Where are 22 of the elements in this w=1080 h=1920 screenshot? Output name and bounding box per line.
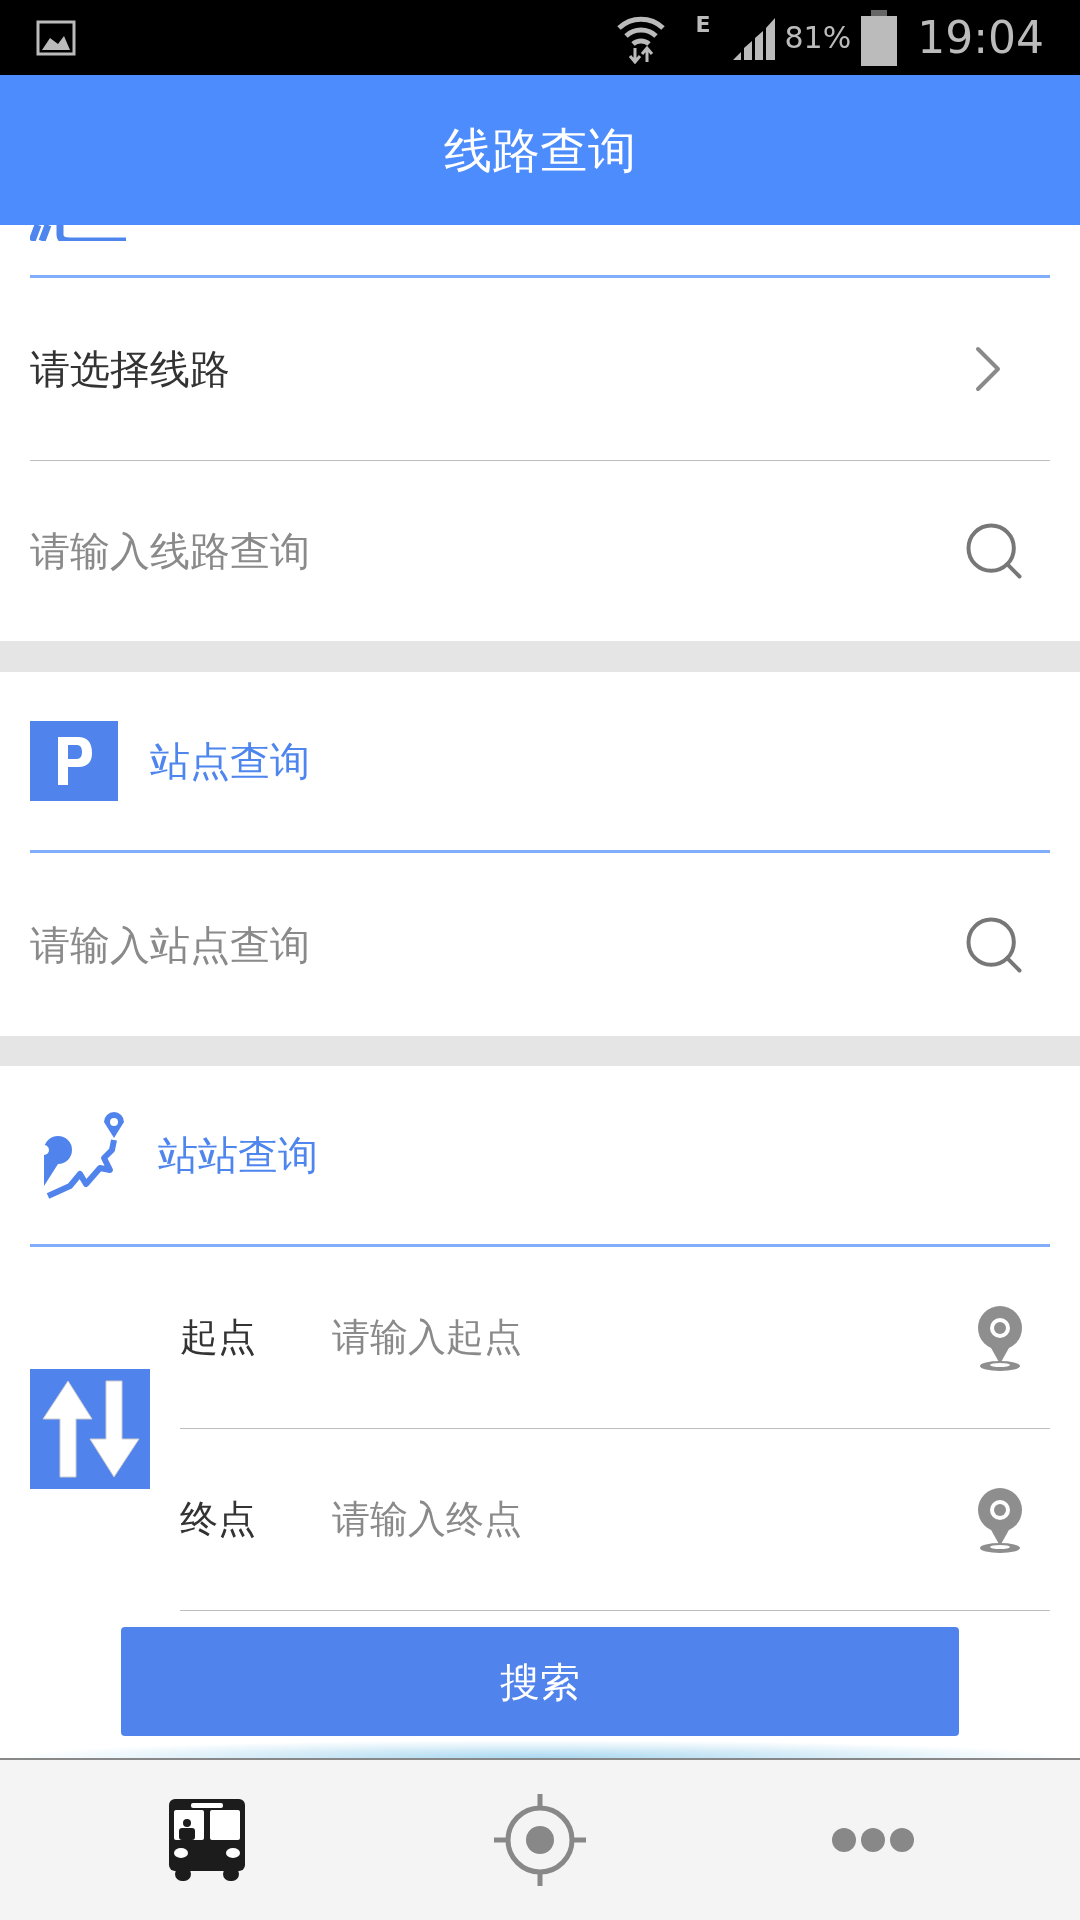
location-field[interactable]: 请输入起点: [332, 1309, 974, 1366]
section-title: 站站查询: [158, 1131, 318, 1180]
field-label: 终点: [180, 1496, 257, 1543]
page-title: 线路查询: [444, 121, 636, 180]
more-icon[interactable]: [831, 1827, 916, 1853]
network-type: E: [695, 11, 711, 39]
battery-percent: 81%: [784, 19, 852, 57]
battery-icon: [861, 9, 898, 66]
locate-icon[interactable]: [492, 1792, 588, 1888]
swap-arrows-icon[interactable]: [30, 1369, 150, 1489]
location-field[interactable]: 请输入终点: [332, 1491, 974, 1548]
stop-search-field[interactable]: 请输入站点查询: [30, 914, 960, 975]
bus-icon[interactable]: [166, 1797, 247, 1883]
image-notification-icon: [36, 19, 76, 56]
clock: 19:04: [917, 10, 1044, 65]
line-search-field[interactable]: 请输入线路查询: [30, 521, 960, 581]
line-select-row[interactable]: 请选择线路: [30, 278, 1050, 461]
line-select-label: 请选择线路: [30, 345, 230, 394]
search-button[interactable]: 搜索: [121, 1627, 959, 1736]
field-label: 起点: [180, 1314, 257, 1361]
parking-icon: [30, 721, 118, 801]
section-title: 站点查询: [150, 737, 310, 786]
